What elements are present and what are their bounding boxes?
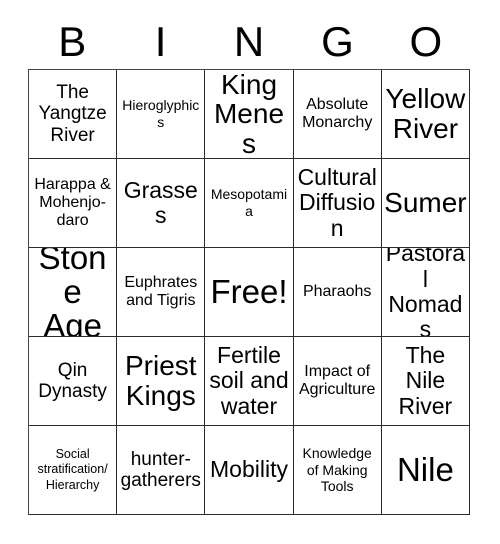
bingo-cell[interactable]: Pastoral Nomads (381, 248, 470, 337)
bingo-cell-label: Nile (396, 450, 454, 488)
bingo-cell[interactable]: Fertile soil and water (205, 337, 294, 426)
header-letter-o: O (409, 17, 443, 65)
bingo-cell[interactable]: Priest Kings (117, 337, 206, 426)
bingo-header: B I N G O (28, 14, 470, 69)
bingo-free-label: Free! (210, 272, 288, 310)
bingo-cell-label: Qin Dynasty (38, 359, 107, 402)
bingo-cell-label: Priest Kings (125, 350, 197, 411)
bingo-cell[interactable]: hunter-gatherers (117, 426, 206, 515)
bingo-cell[interactable]: Knowledge of Making Tools (293, 426, 382, 515)
bingo-cell-label: Harappa & Mohenjo-daro (34, 175, 111, 230)
bingo-cell-label: Stone Age (38, 248, 107, 337)
header-letter-g: G (321, 17, 354, 65)
bingo-cell-label: Cultural Diffusion (297, 164, 377, 241)
bingo-cell-label: Knowledge of Making Tools (302, 445, 372, 495)
bingo-cell-label: Hieroglyphics (122, 97, 200, 130)
bingo-cell-label: Grasses (123, 176, 198, 228)
bingo-cell-label: The Yangtze River (38, 82, 107, 146)
bingo-cell[interactable]: Impact of Agriculture (293, 337, 382, 426)
bingo-cell-label: Sumer (384, 187, 467, 219)
bingo-cell-label: Yellow River (385, 83, 466, 144)
bingo-grid: The Yangtze River Hieroglyphics King Men… (28, 69, 470, 515)
bingo-cell-label: Social stratification/ Hierarchy (37, 447, 108, 492)
bingo-cell[interactable]: Pharaohs (293, 248, 382, 337)
header-letter-n: N (233, 17, 265, 65)
bingo-cell[interactable]: King Menes (205, 70, 294, 159)
header-letter-b: B (58, 17, 87, 65)
bingo-cell-label: Pastoral Nomads (385, 248, 466, 337)
bingo-cell-label: Euphrates and Tigris (124, 273, 198, 309)
bingo-cell[interactable]: Yellow River (381, 70, 470, 159)
bingo-free-cell[interactable]: Free! (205, 248, 294, 337)
bingo-cell[interactable]: Absolute Monarchy (293, 70, 382, 159)
bingo-cell[interactable]: Grasses (117, 159, 206, 248)
bingo-cell[interactable]: Mesopotamia (205, 159, 294, 248)
bingo-cell[interactable]: Social stratification/ Hierarchy (29, 426, 118, 515)
bingo-cell[interactable]: Mobility (205, 426, 294, 515)
bingo-cell-label: Pharaohs (302, 282, 372, 300)
bingo-cell-label: Mobility (210, 456, 288, 483)
bingo-cell-label: Absolute Monarchy (302, 95, 373, 131)
bingo-cell[interactable]: Harappa & Mohenjo-daro (29, 159, 118, 248)
bingo-card: B I N G O The Yangtze River Hieroglyphic… (0, 0, 500, 544)
bingo-cell[interactable]: Nile (381, 426, 470, 515)
bingo-cell[interactable]: The Yangtze River (29, 70, 118, 159)
bingo-cell-label: Fertile soil and water (209, 342, 289, 419)
bingo-cell[interactable]: Stone Age (29, 248, 118, 337)
bingo-cell[interactable]: Euphrates and Tigris (117, 248, 206, 337)
bingo-cell[interactable]: Cultural Diffusion (293, 159, 382, 248)
bingo-cell-label: King Menes (213, 70, 285, 159)
bingo-cell[interactable]: Hieroglyphics (117, 70, 206, 159)
bingo-cell-label: hunter-gatherers (120, 448, 201, 491)
bingo-cell[interactable]: Sumer (381, 159, 470, 248)
bingo-cell-label: The Nile River (398, 342, 453, 419)
bingo-cell[interactable]: Qin Dynasty (29, 337, 118, 426)
bingo-cell-label: Impact of Agriculture (298, 362, 376, 398)
bingo-cell-label: Mesopotamia (210, 186, 288, 219)
header-letter-i: I (154, 17, 167, 65)
bingo-cell[interactable]: The Nile River (381, 337, 470, 426)
